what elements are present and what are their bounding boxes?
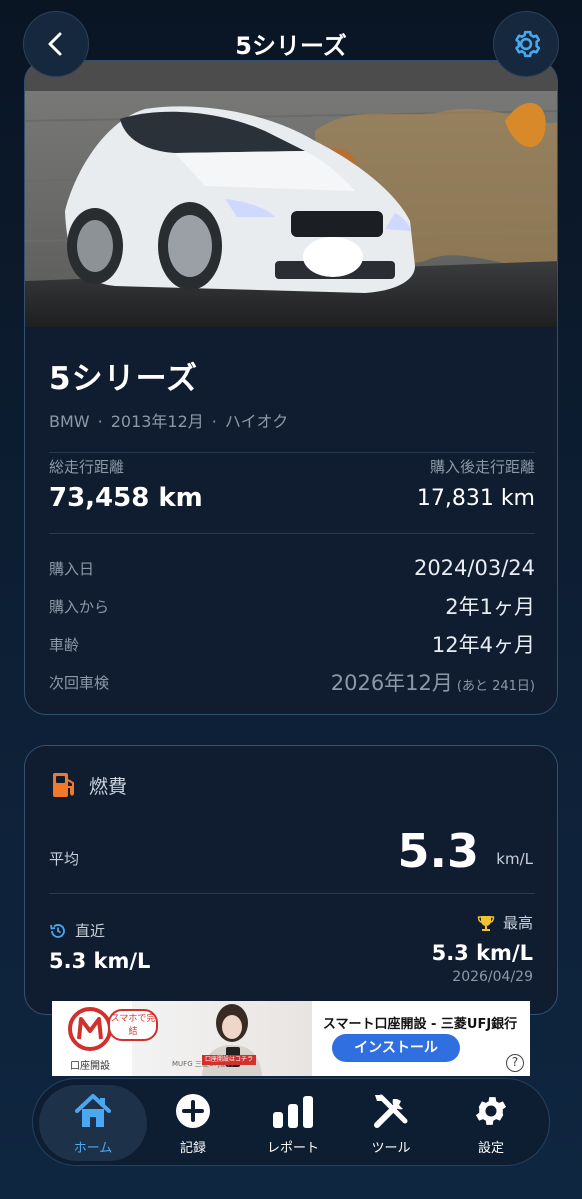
best-date: 2026/04/29 [452,969,533,985]
average-value: 5.3 [397,824,480,878]
tab-record-label: 記録 [179,1141,206,1156]
tools-icon [374,1094,408,1128]
best-fuel: 最高 5.3 km/L 2026/04/29 [432,912,533,985]
plus-circle-icon [176,1094,210,1128]
car-age-label: 車齢 [49,635,80,654]
inspection-label: 次回車検 [49,673,110,692]
back-button[interactable] [23,11,89,77]
car-photo [25,61,557,327]
ad-red-label: 口座開設はコチラ [202,1055,256,1065]
tab-record[interactable]: 記録 [145,1085,241,1161]
ad-install-button[interactable]: インストール [332,1034,460,1062]
recent-value: 5.3 km/L [49,949,151,973]
meta-separator: · [97,412,103,431]
divider [49,452,535,453]
since-purchase-label: 購入から [49,597,110,616]
divider [49,893,535,894]
ad-banner[interactable]: 口座開設 スマホで完結 MUFG 三菱UFJ銀行 口座開設はコチラ スマート口座… [52,1001,530,1076]
car-age-value: 12年4ヶ月 [431,633,535,657]
mileage-stats: 総走行距離 73,458 km 購入後走行距離 17,831 km [49,456,535,534]
car-name: 5シリーズ [49,361,199,397]
tab-tools-label: ツール [371,1141,411,1156]
total-mileage: 総走行距離 73,458 km [49,456,203,513]
purchase-date-value: 2024/03/24 [413,556,535,580]
gear-icon [515,30,541,58]
history-icon [50,923,65,938]
ad-bubble: スマホで完結 [108,1009,158,1041]
since-purchase-value: 2年1ヶ月 [445,595,535,619]
car-card: 5シリーズ BMW · 2013年12月 · ハイオク 総走行距離 73,458 km … [24,60,558,715]
inspection-remaining: (あと 241日) [456,679,535,694]
purchase-date-label: 購入日 [49,559,95,578]
tab-settings-label: 設定 [477,1141,504,1156]
home-icon [75,1094,111,1127]
ad-help-icon[interactable]: ? [506,1054,524,1072]
average-label: 平均 [49,850,80,868]
bank-logo-icon [68,1007,112,1051]
since-mileage-value: 17,831 km [416,486,535,511]
car-fuel-type: ハイオク [224,412,289,431]
car-info: 5シリーズ BMW · 2013年12月 · ハイオク [49,353,535,453]
inspection-value: 2026年12月 [330,671,453,695]
bar-chart-icon [273,1096,313,1128]
chevron-left-icon [48,32,62,56]
best-value: 5.3 km/L [431,941,533,965]
gear-icon [475,1097,507,1125]
tab-tools[interactable]: ツール [343,1085,439,1161]
fuel-economy-card[interactable]: 燃費 平均 5.3 km/L 直近 5.3 km/L 最高 5.3 km/L 2… [24,745,558,1015]
since-mileage-label: 購入後走行距離 [429,458,535,476]
since-purchase-mileage: 購入後走行距離 17,831 km [417,456,535,511]
ad-title: スマート口座開設 - 三菱UFJ銀行 [322,1017,518,1032]
average-unit: km/L [496,850,533,868]
meta-separator: · [211,412,217,431]
fuel-header: 燃費 [51,770,127,800]
trophy-icon [477,915,495,931]
tab-report[interactable]: レポート [245,1085,341,1161]
car-meta: BMW · 2013年12月 · ハイオク [49,408,535,432]
purchase-date-row: 購入日 2024/03/24 [49,549,535,587]
recent-label: 直近 [75,922,106,940]
fuel-title: 燃費 [89,775,128,798]
total-mileage-label: 総走行距離 [49,458,125,476]
tab-bar: ホーム 記録 レポート ツール 設定 [32,1078,550,1166]
settings-button[interactable] [493,11,559,77]
fuel-pump-icon [53,773,74,797]
recent-fuel: 直近 5.3 km/L [49,920,150,973]
total-mileage-value: 73,458 km [49,483,203,513]
tab-report-label: レポート [266,1141,319,1156]
since-purchase-row: 購入から 2年1ヶ月 [49,587,535,625]
app-screen: { "header": { "title": "5シリーズ" }, "car":… [0,0,582,1199]
best-label: 最高 [502,914,533,932]
date-stats: 購入日 2024/03/24 購入から 2年1ヶ月 車齢 12年4ヶ月 次回車検… [49,549,535,701]
ad-logo-label: 口座開設 [70,1061,110,1072]
divider [49,533,535,534]
tab-home-label: ホーム [73,1141,113,1156]
tab-settings[interactable]: 設定 [443,1085,539,1161]
tab-home[interactable]: ホーム [39,1085,147,1161]
car-maker: BMW [49,412,90,431]
inspection-row: 次回車検 2026年12月 (あと 241日) [49,663,535,701]
car-year: 2013年12月 [110,412,204,431]
car-age-row: 車齢 12年4ヶ月 [49,625,535,663]
